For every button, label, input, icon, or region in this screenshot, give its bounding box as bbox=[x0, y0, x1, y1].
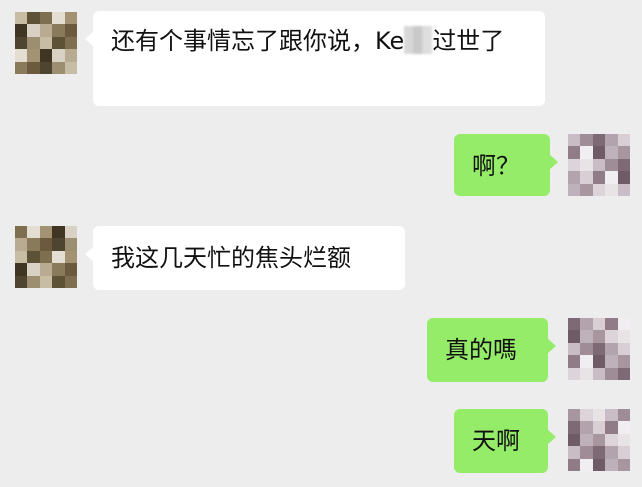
outgoing-message-bubble[interactable]: 真的嗎 bbox=[427, 318, 556, 382]
user-avatar-icon[interactable] bbox=[568, 318, 630, 380]
contact-avatar-icon[interactable] bbox=[15, 12, 77, 74]
bubble-tail bbox=[549, 154, 558, 170]
message-text-end: 过世了 bbox=[432, 27, 505, 55]
redacted-text-mosaic bbox=[404, 26, 433, 54]
incoming-message-bubble[interactable]: 还有个事情忘了跟你说，Ke 过世了 bbox=[85, 11, 545, 106]
message-text: 天啊 bbox=[472, 427, 520, 455]
incoming-message-bubble[interactable]: 我这几天忙的焦头烂额 bbox=[85, 226, 405, 290]
bubble-tail bbox=[547, 338, 556, 354]
message-text: 真的嗎 bbox=[445, 336, 517, 364]
outgoing-message-bubble[interactable]: 啊？ bbox=[454, 134, 558, 196]
user-avatar-icon[interactable] bbox=[568, 134, 630, 196]
bubble-tail bbox=[85, 246, 94, 262]
outgoing-message-bubble[interactable]: 天啊 bbox=[454, 409, 556, 473]
message-text: 我这几天忙的焦头烂额 bbox=[111, 244, 351, 272]
message-text: 啊？ bbox=[472, 152, 520, 180]
bubble-tail bbox=[547, 429, 556, 445]
contact-avatar-icon[interactable] bbox=[15, 226, 77, 288]
bubble-tail bbox=[85, 31, 94, 47]
message-text-start: 还有个事情忘了跟你说，Ke bbox=[111, 27, 405, 55]
user-avatar-icon[interactable] bbox=[568, 409, 630, 471]
chat-conversation: 还有个事情忘了跟你说，Ke 过世了 啊？ 我这几天忙的焦头烂额 真的嗎 天啊 bbox=[0, 0, 642, 487]
